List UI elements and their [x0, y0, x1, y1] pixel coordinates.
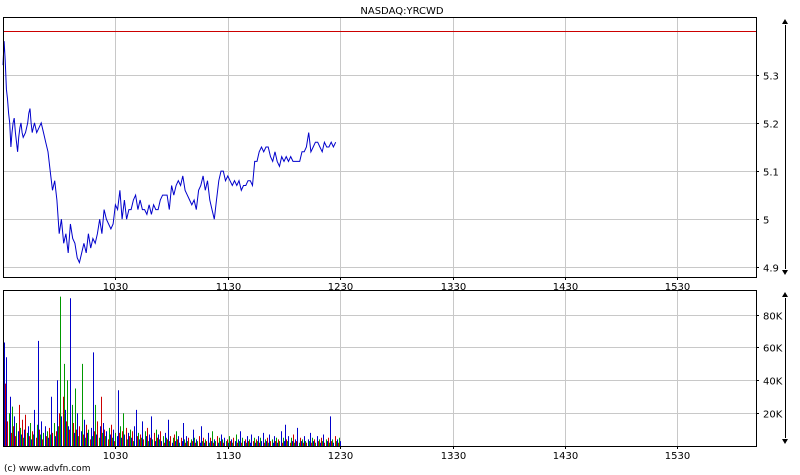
copyright-text: (c) www.advfn.com [4, 464, 90, 474]
volume-x-tick-label: 1330 [441, 451, 466, 462]
price-y-tick-label: 4.9 [763, 264, 779, 275]
chart-title: NASDAQ:YRCWD [360, 6, 444, 17]
volume-y-tick-label: 80K [763, 312, 783, 323]
price-y-tick-label: 5.2 [763, 120, 779, 131]
volume-y-tick-label: 60K [763, 344, 783, 355]
volume-x-tick-label: 1230 [328, 451, 353, 462]
price-y-tick-label: 5.1 [763, 168, 779, 179]
volume-x-tick-label: 1130 [216, 451, 241, 462]
price-y-tick-label: 5.3 [763, 72, 779, 83]
chart-canvas: NASDAQ:YRCWD 4.9 5 5.1 5.2 5.3 1030 1130 1230 1… [0, 0, 800, 475]
volume-x-tick-label: 1530 [665, 451, 690, 462]
volume-x-tick-label: 1430 [553, 451, 578, 462]
chart-background [0, 0, 800, 475]
price-y-tick-label: 5 [763, 216, 769, 227]
volume-y-tick-label: 20K [763, 410, 783, 421]
volume-x-tick-label: 1030 [103, 451, 128, 462]
volume-y-tick-label: 40K [763, 377, 783, 388]
